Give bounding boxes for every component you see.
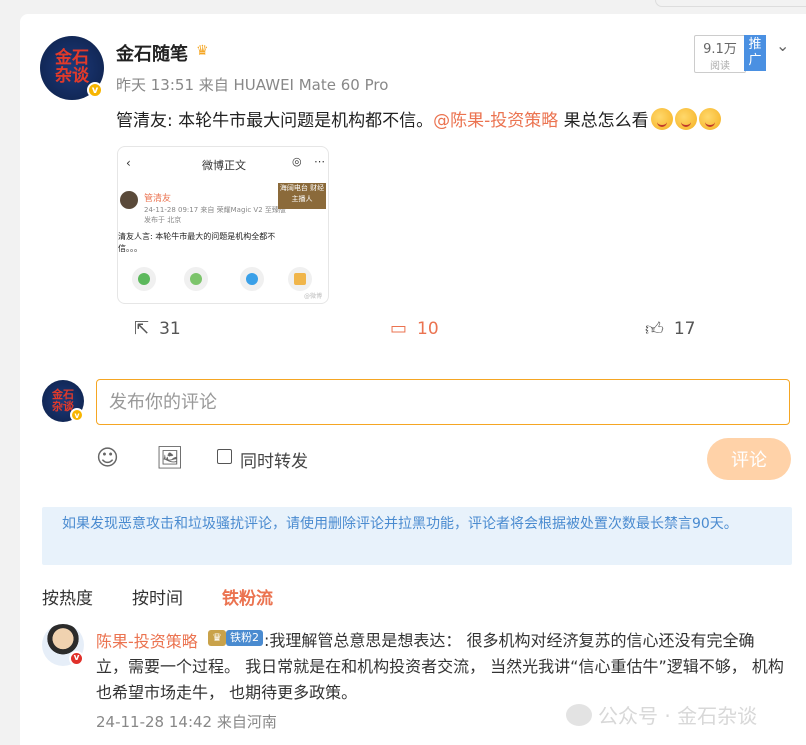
repost-checkbox[interactable] xyxy=(217,449,232,464)
thumb-title: 微博正文 xyxy=(202,159,246,172)
author-name[interactable]: 金石随笔 xyxy=(116,40,188,66)
notice-banner: 如果发现恶意攻击和垃圾骚扰评论，请使用删除评论并拉黑功能，评论者将会根据被处置次… xyxy=(42,507,792,565)
watermark: 公众号 · 金石杂谈 xyxy=(566,700,757,729)
author-avatar[interactable]: 金石 杂谈 v xyxy=(40,36,104,100)
wechat-icon xyxy=(132,267,156,291)
emoji-group xyxy=(649,108,721,131)
watermark-text: 公众号 · 金石杂谈 xyxy=(598,704,758,728)
verified-badge-icon: v xyxy=(70,408,84,422)
avatar-calligraphy: 金石 杂谈 xyxy=(55,48,89,86)
comment-input[interactable] xyxy=(96,379,790,425)
mention-link[interactable]: @陈果-投资策略 xyxy=(433,111,558,131)
back-arrow-icon: ‹ xyxy=(126,156,131,170)
thumb-watermark: @微博 xyxy=(304,293,323,300)
post-image[interactable]: ‹ 微博正文 ◎ ⋯ 管清友 24-11-28 09:17 来自 荣耀Magic… xyxy=(117,146,329,304)
comment-count: 10 xyxy=(417,318,439,339)
promote-button[interactable]: 推广 xyxy=(744,35,766,71)
thumb-avatar xyxy=(120,191,138,209)
image-icon[interactable]: 🖼︎ xyxy=(156,446,184,471)
commenter-name[interactable]: 陈果-投资策略 xyxy=(96,628,198,652)
fan-badge: 铁粉2 xyxy=(226,630,263,646)
crown-badge-icon: ♛ xyxy=(208,630,226,646)
read-count-box: 9.1万 阅读 xyxy=(694,35,746,73)
read-label: 阅读 xyxy=(710,61,730,72)
repost-icon: ⇱ xyxy=(134,318,150,339)
like-button[interactable]: 👍︎ 17 xyxy=(645,318,695,340)
post-text-after: 果总怎么看 xyxy=(558,111,649,131)
repost-checkbox-label: 同时转发 xyxy=(240,452,308,472)
repost-count: 31 xyxy=(159,318,181,339)
like-count: 17 xyxy=(673,319,696,339)
yummy-emoji-icon xyxy=(674,108,697,130)
moments-icon xyxy=(184,267,208,291)
comment-text: :我理解管总意思是想表达： 很多机构对经济复苏的信心还没有完全确立，需要一个过程… xyxy=(96,631,784,702)
my-avatar[interactable]: 金石 杂谈 v xyxy=(42,380,84,422)
comment-time: 24-11-28 14:42 来自河南 xyxy=(96,713,277,731)
post-text-before: 管清友: 本轮牛市最大问题是机构都不信。 xyxy=(116,111,434,131)
read-count: 9.1万 xyxy=(703,42,737,57)
verified-badge-icon: v xyxy=(69,651,84,666)
wechat-logo-icon xyxy=(566,704,592,726)
commenter-avatar[interactable]: v xyxy=(42,624,84,666)
verified-badge-icon: v xyxy=(87,82,103,98)
emoji-icon[interactable]: ☺ xyxy=(96,446,119,471)
thumb-body: 清友人言: 本轮牛市最大的问题是机构全都不 xyxy=(118,232,276,241)
save-image-icon xyxy=(288,267,312,291)
post-text: 管清友: 本轮牛市最大问题是机构都不信。@陈果-投资策略 果总怎么看 xyxy=(116,106,721,131)
thumb-location: 发布于 北京 xyxy=(144,216,182,224)
more-icon: ⋯ xyxy=(314,155,325,168)
chevron-down-icon[interactable]: ⌄ xyxy=(776,36,789,55)
comment-button[interactable]: ▭ 10 xyxy=(390,318,439,339)
thumb-dots: 信。。。 xyxy=(118,244,142,253)
post-meta: 昨天 13:51 来自 HUAWEI Mate 60 Pro xyxy=(116,76,389,94)
top-edge xyxy=(655,0,806,7)
repost-button[interactable]: ⇱ 31 xyxy=(134,318,181,339)
headphone-icon: ◎ xyxy=(292,155,302,168)
sort-time-tab[interactable]: 按时间 xyxy=(132,584,183,609)
sort-fans-tab[interactable]: 铁粉流 xyxy=(222,584,273,609)
qq-icon xyxy=(240,267,264,291)
thumb-banner: 海阔电台 财经主播人 xyxy=(278,183,326,209)
thumb-date: 24-11-28 09:17 来自 荣耀Magic V2 至臻版 xyxy=(144,206,286,214)
submit-comment-button[interactable]: 评论 xyxy=(707,438,791,480)
thumbs-up-icon: 👍︎ xyxy=(645,319,664,340)
thumb-name: 管清友 xyxy=(144,194,172,204)
sort-hot-tab[interactable]: 按热度 xyxy=(42,584,93,609)
yummy-emoji-icon xyxy=(698,108,721,130)
crown-icon: ♛ xyxy=(196,43,209,59)
yummy-emoji-icon xyxy=(650,108,673,130)
comment-icon: ▭ xyxy=(390,318,408,339)
